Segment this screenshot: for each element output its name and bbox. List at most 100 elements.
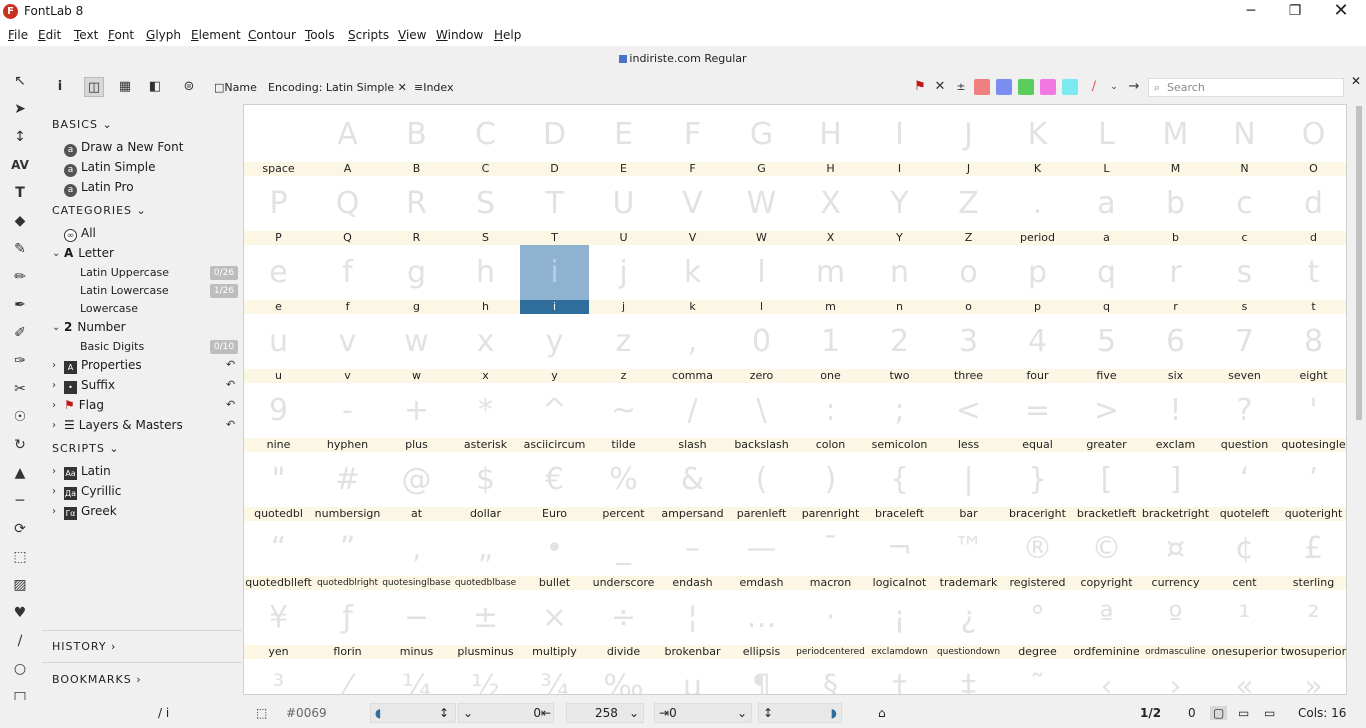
glyph-cell[interactable]: ss [1210, 245, 1279, 314]
glyph-cell[interactable]: ® registered [1003, 521, 1072, 590]
basics-draw-new-font[interactable]: a Draw a New Font [64, 140, 183, 157]
reset-icon[interactable]: ↶ [226, 398, 235, 411]
glyph-cell[interactable]: ƒ florin [313, 590, 382, 659]
glyph-cell[interactable]: ‘ quoteleft [1210, 452, 1279, 521]
glyph-cell[interactable]: II [865, 107, 934, 176]
metrics-icon[interactable]: ⌂ [878, 706, 886, 720]
glyph-cell[interactable]: NN [1210, 107, 1279, 176]
glyph-cell[interactable]: | bar [934, 452, 1003, 521]
expand-greek-icon[interactable]: › [52, 506, 56, 517]
glyph-cell[interactable]: GG [727, 107, 796, 176]
ellipse-tool-icon[interactable]: ○ [9, 658, 31, 680]
glyph-cell[interactable]: MM [1141, 107, 1210, 176]
glyph-cell[interactable]: ^ asciicircum [520, 383, 589, 452]
metrics-tool-icon[interactable]: ↕ [9, 126, 31, 148]
glyph-cell[interactable]: − minus [382, 590, 451, 659]
script-cyrillic[interactable]: Да Cyrillic [64, 484, 121, 500]
basics-latin-simple[interactable]: a Latin Simple [64, 160, 155, 177]
glyph-cell[interactable]: £ sterling [1279, 521, 1346, 590]
no-color-icon[interactable]: ∕ [1084, 77, 1104, 97]
glyph-cell[interactable]: \ backslash [727, 383, 796, 452]
glyph-cell[interactable]: 7 seven [1210, 314, 1279, 383]
category-latin-lowercase[interactable]: Latin Lowercase [80, 284, 169, 297]
glyph-cell[interactable]: 5 five [1072, 314, 1141, 383]
glyph-cell[interactable]: ¼ [382, 659, 451, 694]
glyph-cell[interactable]: ' quotesingle [1279, 383, 1346, 452]
glyph-cell[interactable]: , comma [658, 314, 727, 383]
glyph-cell[interactable]: SS [451, 176, 520, 245]
menu-view[interactable]: View [398, 28, 426, 42]
small-cells-icon[interactable]: ▢ [1210, 706, 1228, 720]
grid-scrollbar[interactable] [1355, 104, 1363, 695]
glyph-cell[interactable]: _ underscore [589, 521, 658, 590]
glyph-cell[interactable]: › [1141, 659, 1210, 694]
search-input[interactable]: ⌕ Search [1148, 78, 1344, 97]
glyph-cell[interactable]: ™ trademark [934, 521, 1003, 590]
glyph-cell[interactable]: qq [1072, 245, 1141, 314]
chevron-down-icon[interactable]: ⌄ [1104, 77, 1124, 97]
name-column-toggle[interactable]: □Name [214, 81, 257, 94]
plus-minus-icon[interactable]: ± [951, 77, 971, 97]
kerning-tool-icon[interactable]: AV [9, 154, 31, 176]
encoding-selector[interactable]: Encoding: Latin Simple ✕ [268, 81, 407, 94]
glyph-cell[interactable]: ‡ [934, 659, 1003, 694]
glyph-cell[interactable]: ww [382, 314, 451, 383]
glyph-cell[interactable]: rr [1141, 245, 1210, 314]
category-letter[interactable]: A Letter [64, 246, 114, 260]
glyph-cell[interactable]: # numbersign [313, 452, 382, 521]
glyph-cell[interactable]: } braceright [1003, 452, 1072, 521]
glyph-cell[interactable]: = equal [1003, 383, 1072, 452]
glyph-cell[interactable]: ” quotedblright [313, 521, 382, 590]
glyph-cell[interactable]: TT [520, 176, 589, 245]
color-swatch-green[interactable] [1018, 79, 1034, 95]
eraser-tool-icon[interactable]: ◆ [9, 210, 31, 232]
glyph-cell[interactable]: XX [796, 176, 865, 245]
glyph-cell[interactable]: ¬ logicalnot [865, 521, 934, 590]
glyph-cell[interactable]: ¶ [727, 659, 796, 694]
eyedropper-tool-icon[interactable]: ∕ [9, 630, 31, 652]
glyph-cell[interactable]: BB [382, 107, 451, 176]
glyph-cell[interactable]: (parenleft [727, 452, 796, 521]
x-field[interactable]: ⌄ 0 ⇤ [458, 703, 554, 723]
glyph-cell[interactable]: º ordmasculine [1141, 590, 1210, 659]
color-swatch-blue[interactable] [996, 79, 1012, 95]
glyph-cell[interactable]: pp [1003, 245, 1072, 314]
expand-suffix-icon[interactable]: › [52, 380, 56, 391]
menu-tools[interactable]: Tools [305, 28, 335, 42]
glyph-cell[interactable]: {braceleft [865, 452, 934, 521]
glyph-cell[interactable]: ; semicolon [865, 383, 934, 452]
glyph-cell[interactable]: 1 one [796, 314, 865, 383]
glyph-cell[interactable]: 4 four [1003, 314, 1072, 383]
glyph-cell[interactable]: QQ [313, 176, 382, 245]
pen-tool-icon[interactable]: ✒ [9, 294, 31, 316]
category-basic-digits[interactable]: Basic Digits [80, 340, 144, 353]
glyph-cell[interactable]: WW [727, 176, 796, 245]
glyph-cell[interactable]: : colon [796, 383, 865, 452]
glyph-cell[interactable]: % percent [589, 452, 658, 521]
glyph-cell[interactable]: ’ quoteright [1279, 452, 1346, 521]
glyph-cell[interactable]: ] bracketright [1141, 452, 1210, 521]
glyph-cell[interactable]: · periodcentered [796, 590, 865, 659]
glyph-cell[interactable]: " quotedbl [244, 452, 313, 521]
rapid-tool-icon[interactable]: ✐ [9, 322, 31, 344]
glyph-cell[interactable]: ¦ brokenbar [658, 590, 727, 659]
glyph-cell[interactable]: ee [244, 245, 313, 314]
glyph-cell[interactable]: OO [1279, 107, 1346, 176]
glyph-cell[interactable]: HH [796, 107, 865, 176]
glyph-cell[interactable]: + plus [382, 383, 451, 452]
glyph-cell[interactable]: ⁄ [313, 659, 382, 694]
category-lowercase[interactable]: Lowercase [80, 302, 138, 315]
color-swatch-cyan[interactable] [1062, 79, 1078, 95]
category-latin-uppercase[interactable]: Latin Uppercase [80, 266, 169, 279]
glyph-cell[interactable]: ) parenright [796, 452, 865, 521]
glyph-cell[interactable]: ff [313, 245, 382, 314]
scrollbar-thumb[interactable] [1356, 106, 1362, 420]
pointer-tool-icon[interactable]: ↖ [9, 70, 31, 92]
medium-cells-icon[interactable]: ▭ [1238, 706, 1249, 720]
glyph-cell[interactable]: . period [1003, 176, 1072, 245]
glyph-cell[interactable]: € Euro [520, 452, 589, 521]
glyph-cell[interactable]: nn [865, 245, 934, 314]
menu-glyph[interactable]: Glyph [146, 28, 181, 42]
font-size-field[interactable]: 258 ⌄ [566, 703, 644, 723]
grid-view-icon[interactable]: ▦ [115, 77, 135, 97]
